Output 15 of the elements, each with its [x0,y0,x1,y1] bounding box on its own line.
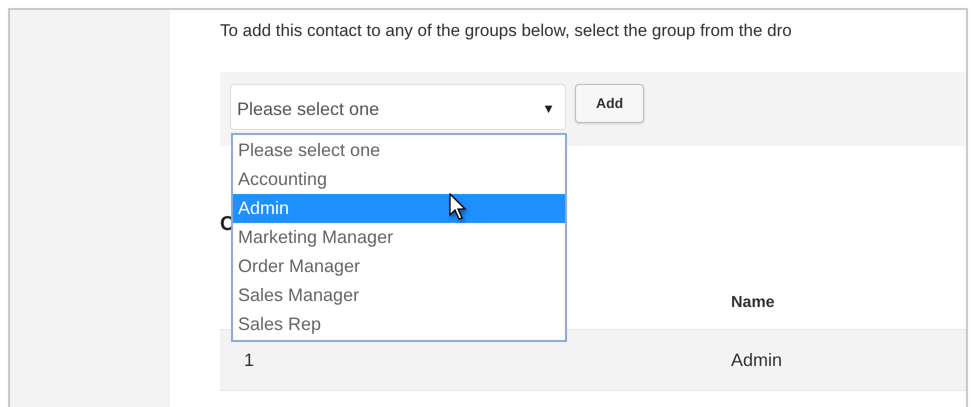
table-cell-text: 1 [243,348,256,372]
select-field[interactable]: Please select one ▼ [230,84,566,130]
column-header: Name [731,293,775,313]
cursor-icon [448,193,468,223]
dropdown-option[interactable]: Order Manager [233,252,565,281]
caret-icon: ▼ [542,99,555,119]
instructions-text: To add this contact to any of the groups below, select the group from the dro [220,20,793,40]
dropdown-option[interactable]: Sales Rep [233,310,565,339]
dropdown-option[interactable]: Marketing Manager [233,223,565,252]
table-cell-text: Admin [731,348,782,372]
dropdown-option[interactable]: Admin [233,194,565,223]
add-button[interactable]: Add [575,84,644,123]
dropdown-option[interactable]: Sales Manager [233,281,565,310]
dropdown-option[interactable]: Accounting [233,165,565,194]
dropdown-option[interactable]: Please select one [233,136,565,165]
